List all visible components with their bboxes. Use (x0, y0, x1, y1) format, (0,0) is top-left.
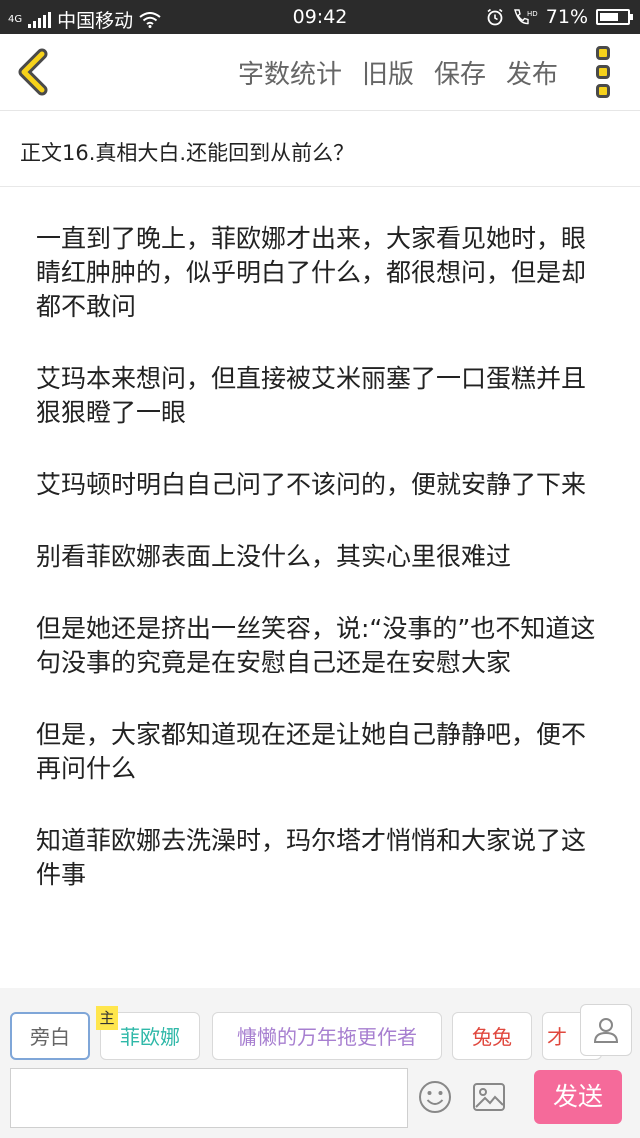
story-paragraph[interactable]: 但是她还是挤出一丝笑容，说:“没事的”也不知道这句没事的究竟是在安慰自己还是在安… (36, 612, 610, 680)
chapter-title[interactable]: 正文16.真相大白.还能回到从前么？ (0, 111, 640, 187)
back-button[interactable] (14, 48, 54, 96)
speaker-bar: 旁白 菲欧娜 主 慵懒的万年拖更作者 兔兔 才 (0, 988, 640, 1064)
send-button[interactable]: 发送 (534, 1070, 622, 1124)
editor-toolbar: 字数统计 旧版 保存 发布 (0, 34, 640, 111)
story-paragraph[interactable]: 知道菲欧娜去洗澡时，玛尔塔才悄悄和大家说了这件事 (36, 824, 610, 892)
alarm-icon (487, 8, 503, 26)
host-badge: 主 (96, 1006, 118, 1030)
chevron-left-icon (18, 48, 48, 96)
image-icon (473, 1083, 505, 1111)
emoji-button[interactable] (418, 1080, 452, 1114)
more-vertical-icon[interactable] (596, 46, 616, 98)
network-type: 4G (8, 13, 23, 25)
story-content[interactable]: 一直到了晚上，菲欧娜才出来，大家看见她时，眼睛红肿肿的，似乎明白了什么，都很想问… (36, 222, 610, 930)
story-paragraph[interactable]: 艾玛顿时明白自己问了不该问的，便就安静了下来 (36, 468, 610, 502)
battery-percent: 71% (545, 6, 588, 28)
speaker-chip-author[interactable]: 慵懒的万年拖更作者 (212, 1012, 442, 1060)
status-right: HD 71% (486, 6, 633, 28)
word-count-button[interactable]: 字数统计 (238, 54, 342, 91)
old-version-button[interactable]: 旧版 (362, 54, 414, 91)
story-paragraph[interactable]: 但是，大家都知道现在还是让她自己静静吧，便不再问什么 (36, 718, 610, 786)
save-button[interactable]: 保存 (434, 54, 486, 91)
message-input[interactable] (10, 1068, 408, 1128)
status-left: 4G 中国移动 (8, 6, 161, 33)
speaker-chip-narrator[interactable]: 旁白 (10, 1012, 90, 1060)
carrier-name: 中国移动 (57, 10, 134, 32)
image-button[interactable] (472, 1082, 506, 1112)
input-bar: 发送 (0, 1064, 640, 1138)
hd-call-icon: HD (513, 9, 538, 25)
status-bar: 4G 中国移动 09:42 HD 71% (0, 0, 640, 34)
toolbar-actions: 字数统计 旧版 保存 发布 (238, 54, 558, 91)
emoji-icon (419, 1081, 451, 1113)
story-paragraph[interactable]: 艾玛本来想问，但直接被艾米丽塞了一口蛋糕并且狠狠瞪了一眼 (36, 362, 610, 430)
story-paragraph[interactable]: 别看菲欧娜表面上没什么，其实心里很难过 (36, 540, 610, 574)
story-paragraph[interactable]: 一直到了晚上，菲欧娜才出来，大家看见她时，眼睛红肿肿的，似乎明白了什么，都很想问… (36, 222, 610, 324)
svg-text:HD: HD (527, 10, 538, 18)
add-character-button[interactable] (580, 1004, 632, 1056)
battery-icon (596, 9, 633, 25)
signal-icon (28, 11, 52, 28)
wifi-icon (139, 11, 161, 28)
speaker-chip-tutu[interactable]: 兔兔 (452, 1012, 532, 1060)
publish-button[interactable]: 发布 (506, 54, 558, 91)
person-icon (593, 1018, 619, 1043)
